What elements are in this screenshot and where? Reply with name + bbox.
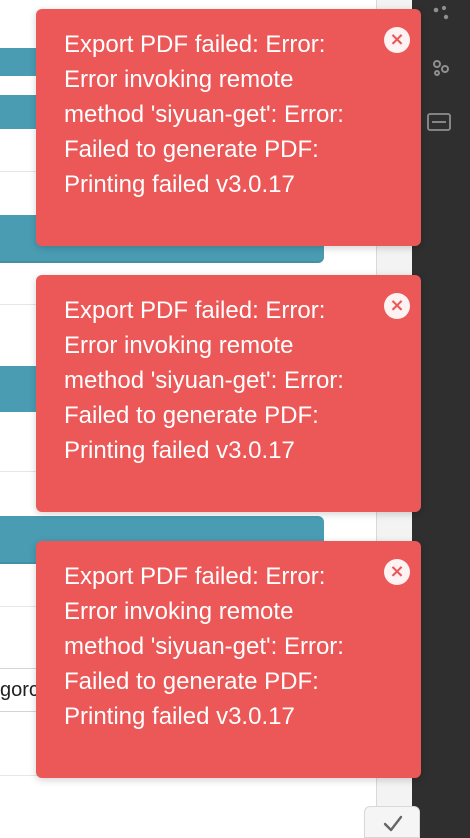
check-icon xyxy=(383,815,403,832)
dots-icon[interactable] xyxy=(430,4,452,26)
app-viewport: gorc Export PDF failed: Error: Error inv… xyxy=(0,0,470,838)
notification-message: Export PDF failed: Error: Error invoking… xyxy=(64,563,351,730)
confirm-button[interactable] xyxy=(364,806,420,838)
ocr-icon[interactable] xyxy=(426,111,452,133)
error-notification: Export PDF failed: Error: Error invoking… xyxy=(36,275,421,512)
settings-input-value: gorc xyxy=(0,679,39,701)
error-notification: Export PDF failed: Error: Error invoking… xyxy=(36,9,421,246)
close-icon[interactable]: × xyxy=(384,293,410,319)
close-icon[interactable]: × xyxy=(384,559,410,585)
close-icon[interactable]: × xyxy=(384,27,410,53)
notification-message: Export PDF failed: Error: Error invoking… xyxy=(64,297,351,464)
error-notification: Export PDF failed: Error: Error invoking… xyxy=(36,541,421,778)
notification-message: Export PDF failed: Error: Error invoking… xyxy=(64,31,351,198)
graph-icon[interactable] xyxy=(430,56,452,78)
